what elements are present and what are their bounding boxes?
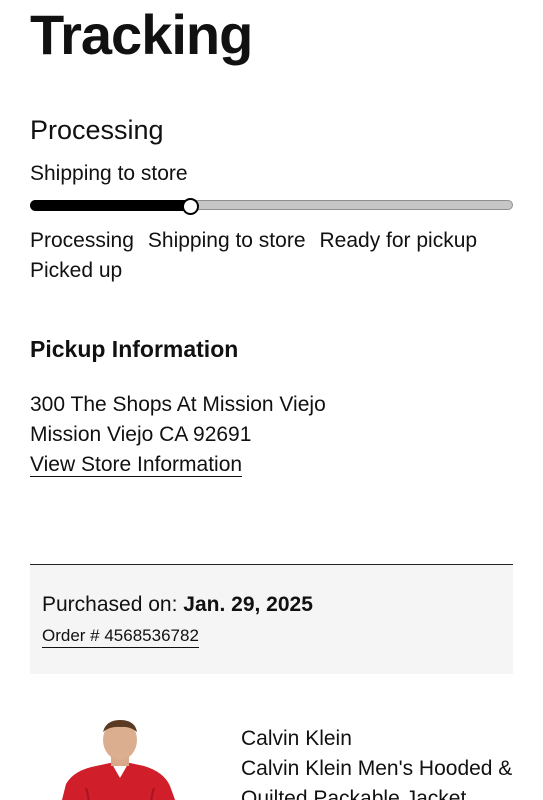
- page-title: Tracking: [30, 3, 253, 66]
- product-name-link[interactable]: Calvin Klein Men's Hooded & Quilted Pack…: [241, 754, 521, 800]
- step-processing: Processing: [30, 229, 134, 252]
- step-shipping-to-store: Shipping to store: [147, 229, 306, 252]
- shipment-progress-bar: [30, 198, 513, 215]
- purchased-date: Jan. 29, 2025: [183, 593, 313, 616]
- tracking-page: Tracking Processing Shipping to store Pr…: [0, 0, 543, 800]
- product-photo-icon[interactable]: [40, 718, 200, 800]
- order-number-link[interactable]: Order # 4568536782: [42, 625, 199, 648]
- status-subheading: Shipping to store: [30, 162, 188, 185]
- progress-marker: [182, 198, 200, 215]
- address-line-2: Mission Viejo CA 92691: [30, 423, 252, 446]
- product-brand: Calvin Klein: [241, 727, 352, 750]
- purchased-on: Purchased on: Jan. 29, 2025: [42, 591, 313, 619]
- pickup-info-heading: Pickup Information: [30, 336, 239, 362]
- status-heading: Processing: [30, 115, 164, 145]
- progress-fill: [30, 200, 190, 211]
- pickup-address: 300 The Shops At Mission Viejo Mission V…: [30, 390, 326, 480]
- step-ready-for-pickup: Ready for pickup: [319, 229, 478, 252]
- progress-steps: Processing Shipping to store Ready for pic…: [30, 226, 520, 286]
- step-picked-up: Picked up: [30, 259, 123, 282]
- view-store-info-link[interactable]: View Store Information: [30, 453, 243, 477]
- address-line-1: 300 The Shops At Mission Viejo: [30, 393, 326, 416]
- order-summary: Purchased on: Jan. 29, 2025 Order # 4568…: [30, 565, 513, 674]
- purchased-label: Purchased on:: [42, 593, 178, 616]
